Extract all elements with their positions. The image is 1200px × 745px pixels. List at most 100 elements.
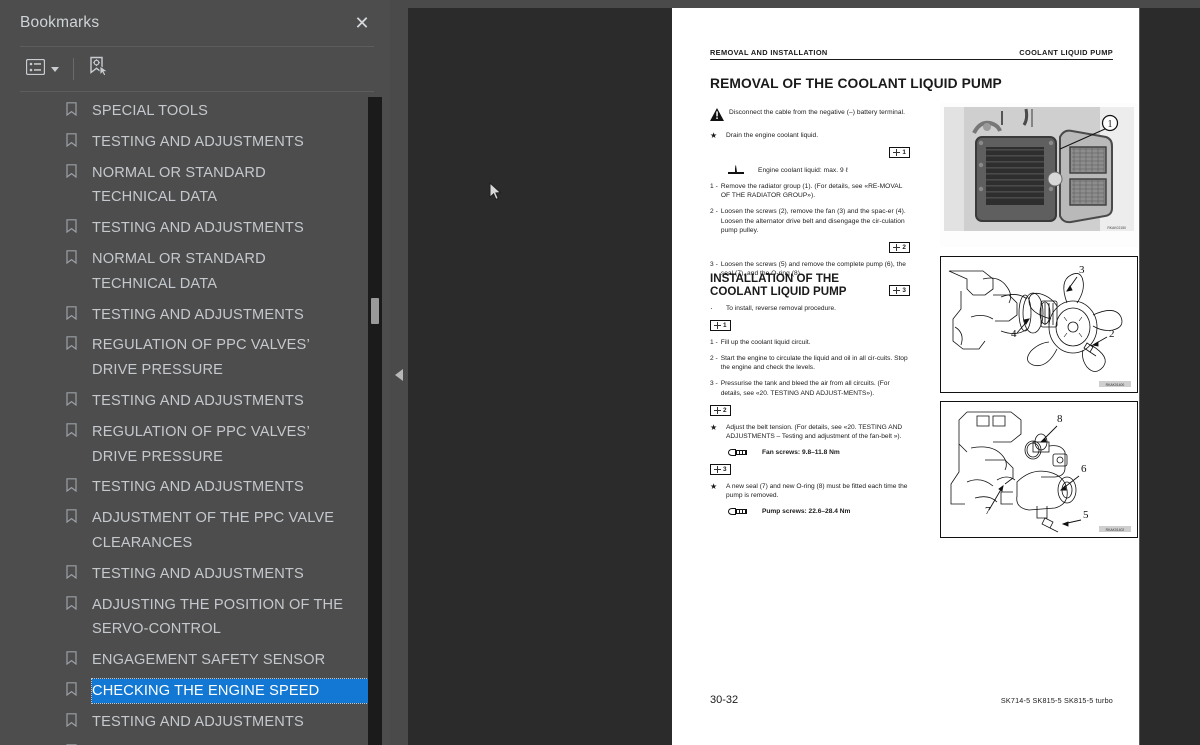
section-heading-line2: COOLANT LIQUID PUMP	[710, 285, 847, 299]
tag-number: 2	[723, 406, 727, 414]
bookmark-icon	[66, 336, 77, 351]
collapse-sidebar-handle[interactable]	[390, 362, 408, 388]
bookmark-item[interactable]: TESTING AND ADJUSTMENTS	[0, 213, 368, 244]
toolbar-divider	[73, 58, 74, 80]
numbered-step: 1 - Fill up the coolant liquid circuit.	[710, 338, 910, 347]
bookmark-label: CHECKING THE ENGINE SPEED	[92, 682, 320, 699]
bookmark-item[interactable]: ADJUSTMENT OF VALVE CLEARANCE	[0, 738, 368, 745]
bookmark-label: SPECIAL TOOLS	[92, 103, 209, 119]
chevron-down-icon	[51, 66, 59, 72]
reference-tag: 1	[710, 147, 910, 159]
tag-mark-icon	[714, 466, 721, 474]
bookmark-item[interactable]: ADJUSTING THE POSITION OF THE SERVO-CONT…	[0, 590, 368, 646]
bookmark-label: ADJUSTMENT OF THE PPC VALVE CLEARANCES	[92, 510, 335, 551]
warning-triangle-icon	[710, 108, 724, 124]
tag-number: 1	[902, 149, 906, 157]
svg-text:3: 3	[1079, 264, 1085, 276]
note-dash: · To install, reverse removal procedure.	[710, 304, 910, 313]
reference-tag: 3	[710, 464, 910, 476]
bookmark-item[interactable]: NORMAL OR STANDARD TECHNICAL DATA	[0, 244, 368, 300]
running-head-left: REMOVAL AND INSTALLATION	[710, 48, 828, 57]
running-head: REMOVAL AND INSTALLATION COOLANT LIQUID …	[710, 48, 1113, 60]
note-star: ★ Adjust the belt tension. (For details, …	[710, 423, 910, 441]
bookmark-item[interactable]: NORMAL OR STANDARD TECHNICAL DATA	[0, 158, 368, 214]
bookmark-label: REGULATION OF PPC VALVES’ DRIVE PRESSURE	[92, 337, 310, 379]
pdf-viewer-app: Bookmarks ✕ SPECIAL TOOLS TESTING AND AD…	[0, 0, 1200, 745]
scrollbar-thumb[interactable]	[371, 298, 379, 324]
installation-blocks: · To install, reverse removal procedure. 1…	[710, 304, 910, 516]
tag-number: 3	[902, 287, 906, 295]
bookmark-item[interactable]: SPECIAL TOOLS	[0, 96, 368, 127]
bookmark-icon	[66, 712, 77, 727]
bookmark-label: TESTING AND ADJUSTMENTS	[92, 565, 304, 582]
bookmark-item[interactable]: TESTING AND ADJUSTMENTS	[0, 707, 368, 738]
note-text: To install, reverse removal procedure.	[726, 305, 836, 312]
bookmark-icon	[66, 422, 77, 437]
svg-text:1: 1	[1108, 119, 1113, 130]
bookmark-label: REGULATION OF PPC VALVES’ DRIVE PRESSURE	[92, 423, 310, 465]
numbered-step: 3 - Pressurise the tank and bleed the air…	[710, 379, 910, 397]
bookmark-item[interactable]: CHECKING THE ENGINE SPEED	[0, 676, 369, 707]
numbered-step: 2 - Start the engine to circulate the liq…	[710, 354, 910, 372]
tag-mark-icon	[714, 322, 721, 330]
bookmark-icon	[66, 509, 77, 524]
new-bookmark-button[interactable]	[82, 52, 114, 86]
reference-tag: 2	[710, 404, 910, 417]
note-star: ★ Drain the engine coolant liquid.	[710, 131, 910, 140]
step-number: 2 -	[710, 355, 718, 363]
bookmark-label: ADJUSTING THE POSITION OF THE SERVO-CONT…	[92, 596, 344, 638]
model-list: SK714-5 SK815-5 SK815-5 turbo	[1000, 696, 1113, 705]
step-number: 3 -	[710, 380, 718, 388]
list-options-button[interactable]	[20, 55, 65, 84]
bookmark-item[interactable]: ENGAGEMENT SAFETY SENSOR	[0, 645, 368, 676]
bookmarks-scrollbar[interactable]	[368, 97, 382, 745]
mouse-pointer	[489, 181, 502, 201]
close-icon[interactable]: ✕	[350, 11, 374, 35]
chevron-left-icon	[395, 369, 403, 381]
document-viewer[interactable]: REMOVAL AND INSTALLATION COOLANT LIQUID …	[408, 8, 1200, 745]
toolbar-strip	[390, 0, 1200, 8]
note-text: Adjust the belt tension. (For details, s…	[726, 423, 903, 440]
bookmarks-list: SPECIAL TOOLS TESTING AND ADJUSTMENTS NORM…	[0, 92, 369, 745]
step-number: 1 -	[710, 339, 718, 347]
section-heading-line1: INSTALLATION OF THE	[710, 272, 840, 285]
bookmark-label: TESTING AND ADJUSTMENTS	[92, 713, 304, 730]
fill-level-icon	[728, 165, 744, 175]
step-number: 3 -	[710, 260, 718, 268]
capacity-note: Engine coolant liquid: max. 9 ℓ	[710, 165, 910, 175]
star-icon: ★	[710, 422, 718, 432]
bookmarks-panel: Bookmarks ✕ SPECIAL TOOLS TESTING AND AD…	[0, 0, 390, 745]
bookmark-item[interactable]: ADJUSTMENT OF THE PPC VALVE CLEARANCES	[0, 503, 368, 559]
bookmark-item[interactable]: TESTING AND ADJUSTMENTS	[0, 127, 368, 158]
bookmark-icon	[66, 478, 77, 493]
bookmark-label: TESTING AND ADJUSTMENTS	[92, 479, 304, 496]
page-number: 30-32	[710, 694, 739, 706]
bookmark-icon	[66, 219, 77, 234]
bookmark-label: ENGAGEMENT SAFETY SENSOR	[92, 652, 326, 669]
bookmarks-toolbar	[0, 47, 390, 91]
section-heading: INSTALLATION OF THE COOLANT LIQUID PUMP	[710, 272, 847, 299]
bookmark-label: TESTING AND ADJUSTMENTS	[92, 220, 304, 237]
tag-number: 3	[723, 466, 727, 474]
bookmark-label: TESTING AND ADJUSTMENTS	[92, 392, 304, 409]
numbered-step: 2 - Loosen the screws (2), remove the fan…	[710, 207, 910, 234]
bookmark-item[interactable]: TESTING AND ADJUSTMENTS	[0, 472, 368, 503]
svg-text:6: 6	[1081, 463, 1087, 475]
bookmark-label: TESTING AND ADJUSTMENTS	[92, 306, 304, 323]
step-text: Pressurise the tank and bleed the air fr…	[720, 380, 890, 397]
star-icon: ★	[710, 131, 718, 141]
panel-title: Bookmarks	[20, 14, 100, 31]
svg-text:8: 8	[1057, 413, 1063, 425]
tag-number: 1	[723, 322, 727, 330]
note-text: Drain the engine coolant liquid.	[726, 132, 819, 140]
bookmark-item[interactable]: TESTING AND ADJUSTMENTS	[0, 386, 368, 417]
bookmark-item[interactable]: REGULATION OF PPC VALVES’ DRIVE PRESSURE	[0, 417, 368, 473]
tag-mark-icon	[714, 406, 721, 414]
torque-note: Fan screws: 9.8–11.8 Nm	[710, 448, 910, 457]
bookmark-item[interactable]: TESTING AND ADJUSTMENTS	[0, 300, 368, 331]
page-heading: REMOVAL OF THE COOLANT LIQUID PUMP	[710, 76, 1002, 91]
bookmark-item[interactable]: TESTING AND ADJUSTMENTS	[0, 559, 368, 590]
torque-text: Pump screws: 22.6–28.4 Nm	[762, 508, 851, 516]
bookmark-item[interactable]: REGULATION OF PPC VALVES’ DRIVE PRESSURE	[0, 330, 368, 386]
svg-text:5: 5	[1083, 509, 1089, 521]
